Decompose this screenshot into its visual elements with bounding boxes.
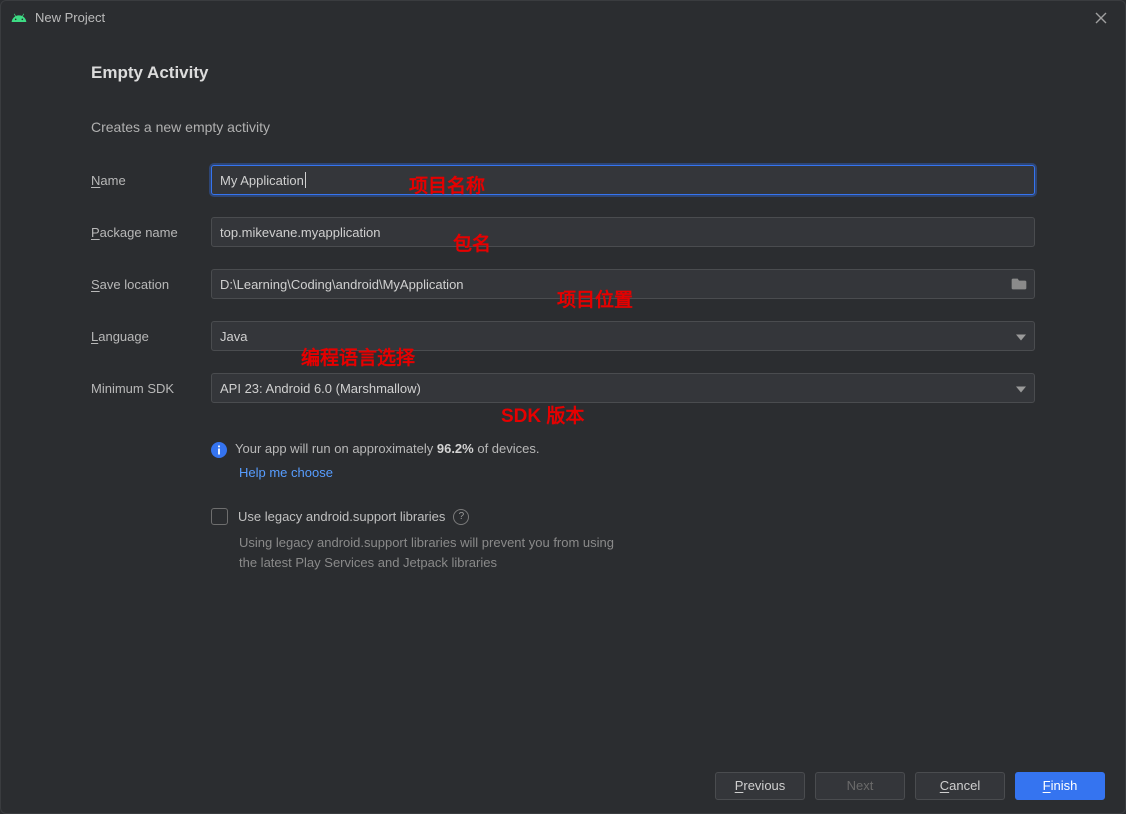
name-input[interactable]: My Application — [211, 165, 1035, 195]
window-title: New Project — [35, 10, 105, 25]
row-name: Name My Application — [91, 165, 1035, 195]
min-sdk-value: API 23: Android 6.0 (Marshmallow) — [220, 381, 421, 396]
language-select[interactable]: Java — [211, 321, 1035, 351]
next-button[interactable]: Next — [815, 772, 905, 800]
new-project-dialog: New Project Empty Activity Creates a new… — [0, 0, 1126, 814]
dialog-footer: Previous Next Cancel Finish — [1, 757, 1125, 813]
package-input-value: top.mikevane.myapplication — [220, 225, 380, 240]
row-min-sdk: Minimum SDK API 23: Android 6.0 (Marshma… — [91, 373, 1035, 403]
save-location-input[interactable]: D:\Learning\Coding\android\MyApplication — [211, 269, 1035, 299]
dialog-content: Empty Activity Creates a new empty activ… — [1, 35, 1125, 757]
package-input[interactable]: top.mikevane.myapplication — [211, 217, 1035, 247]
legacy-description: Using legacy android.support libraries w… — [239, 533, 1035, 573]
min-sdk-select[interactable]: API 23: Android 6.0 (Marshmallow) — [211, 373, 1035, 403]
chevron-down-icon — [1016, 381, 1026, 396]
language-select-value: Java — [220, 329, 247, 344]
legacy-checkbox[interactable] — [211, 508, 228, 525]
label-name: Name — [91, 173, 211, 188]
cancel-button[interactable]: Cancel — [915, 772, 1005, 800]
help-me-choose-link[interactable]: Help me choose — [239, 465, 1035, 480]
previous-button[interactable]: Previous — [715, 772, 805, 800]
row-legacy: Use legacy android.support libraries ? — [211, 508, 1035, 525]
legacy-checkbox-label: Use legacy android.support libraries ? — [238, 509, 469, 525]
close-button[interactable] — [1087, 4, 1115, 32]
help-icon[interactable]: ? — [453, 509, 469, 525]
page-title: Empty Activity — [91, 63, 1035, 83]
chevron-down-icon — [1016, 329, 1026, 344]
android-icon — [11, 10, 27, 26]
label-min-sdk: Minimum SDK — [91, 381, 211, 396]
info-icon — [211, 442, 227, 461]
label-save-location: Save location — [91, 277, 211, 292]
save-location-value: D:\Learning\Coding\android\MyApplication — [220, 277, 464, 292]
titlebar: New Project — [1, 1, 1125, 35]
folder-icon[interactable] — [1008, 273, 1030, 295]
row-language: Language Java — [91, 321, 1035, 351]
label-package: Package name — [91, 225, 211, 240]
row-save-location: Save location D:\Learning\Coding\android… — [91, 269, 1035, 299]
device-coverage-text: Your app will run on approximately 96.2%… — [235, 441, 540, 456]
name-input-value: My Application — [220, 173, 304, 188]
text-caret — [305, 172, 306, 188]
label-language: Language — [91, 329, 211, 344]
row-package: Package name top.mikevane.myapplication — [91, 217, 1035, 247]
page-subtitle: Creates a new empty activity — [91, 119, 1035, 135]
device-coverage-info: Your app will run on approximately 96.2%… — [211, 441, 1035, 461]
finish-button[interactable]: Finish — [1015, 772, 1105, 800]
